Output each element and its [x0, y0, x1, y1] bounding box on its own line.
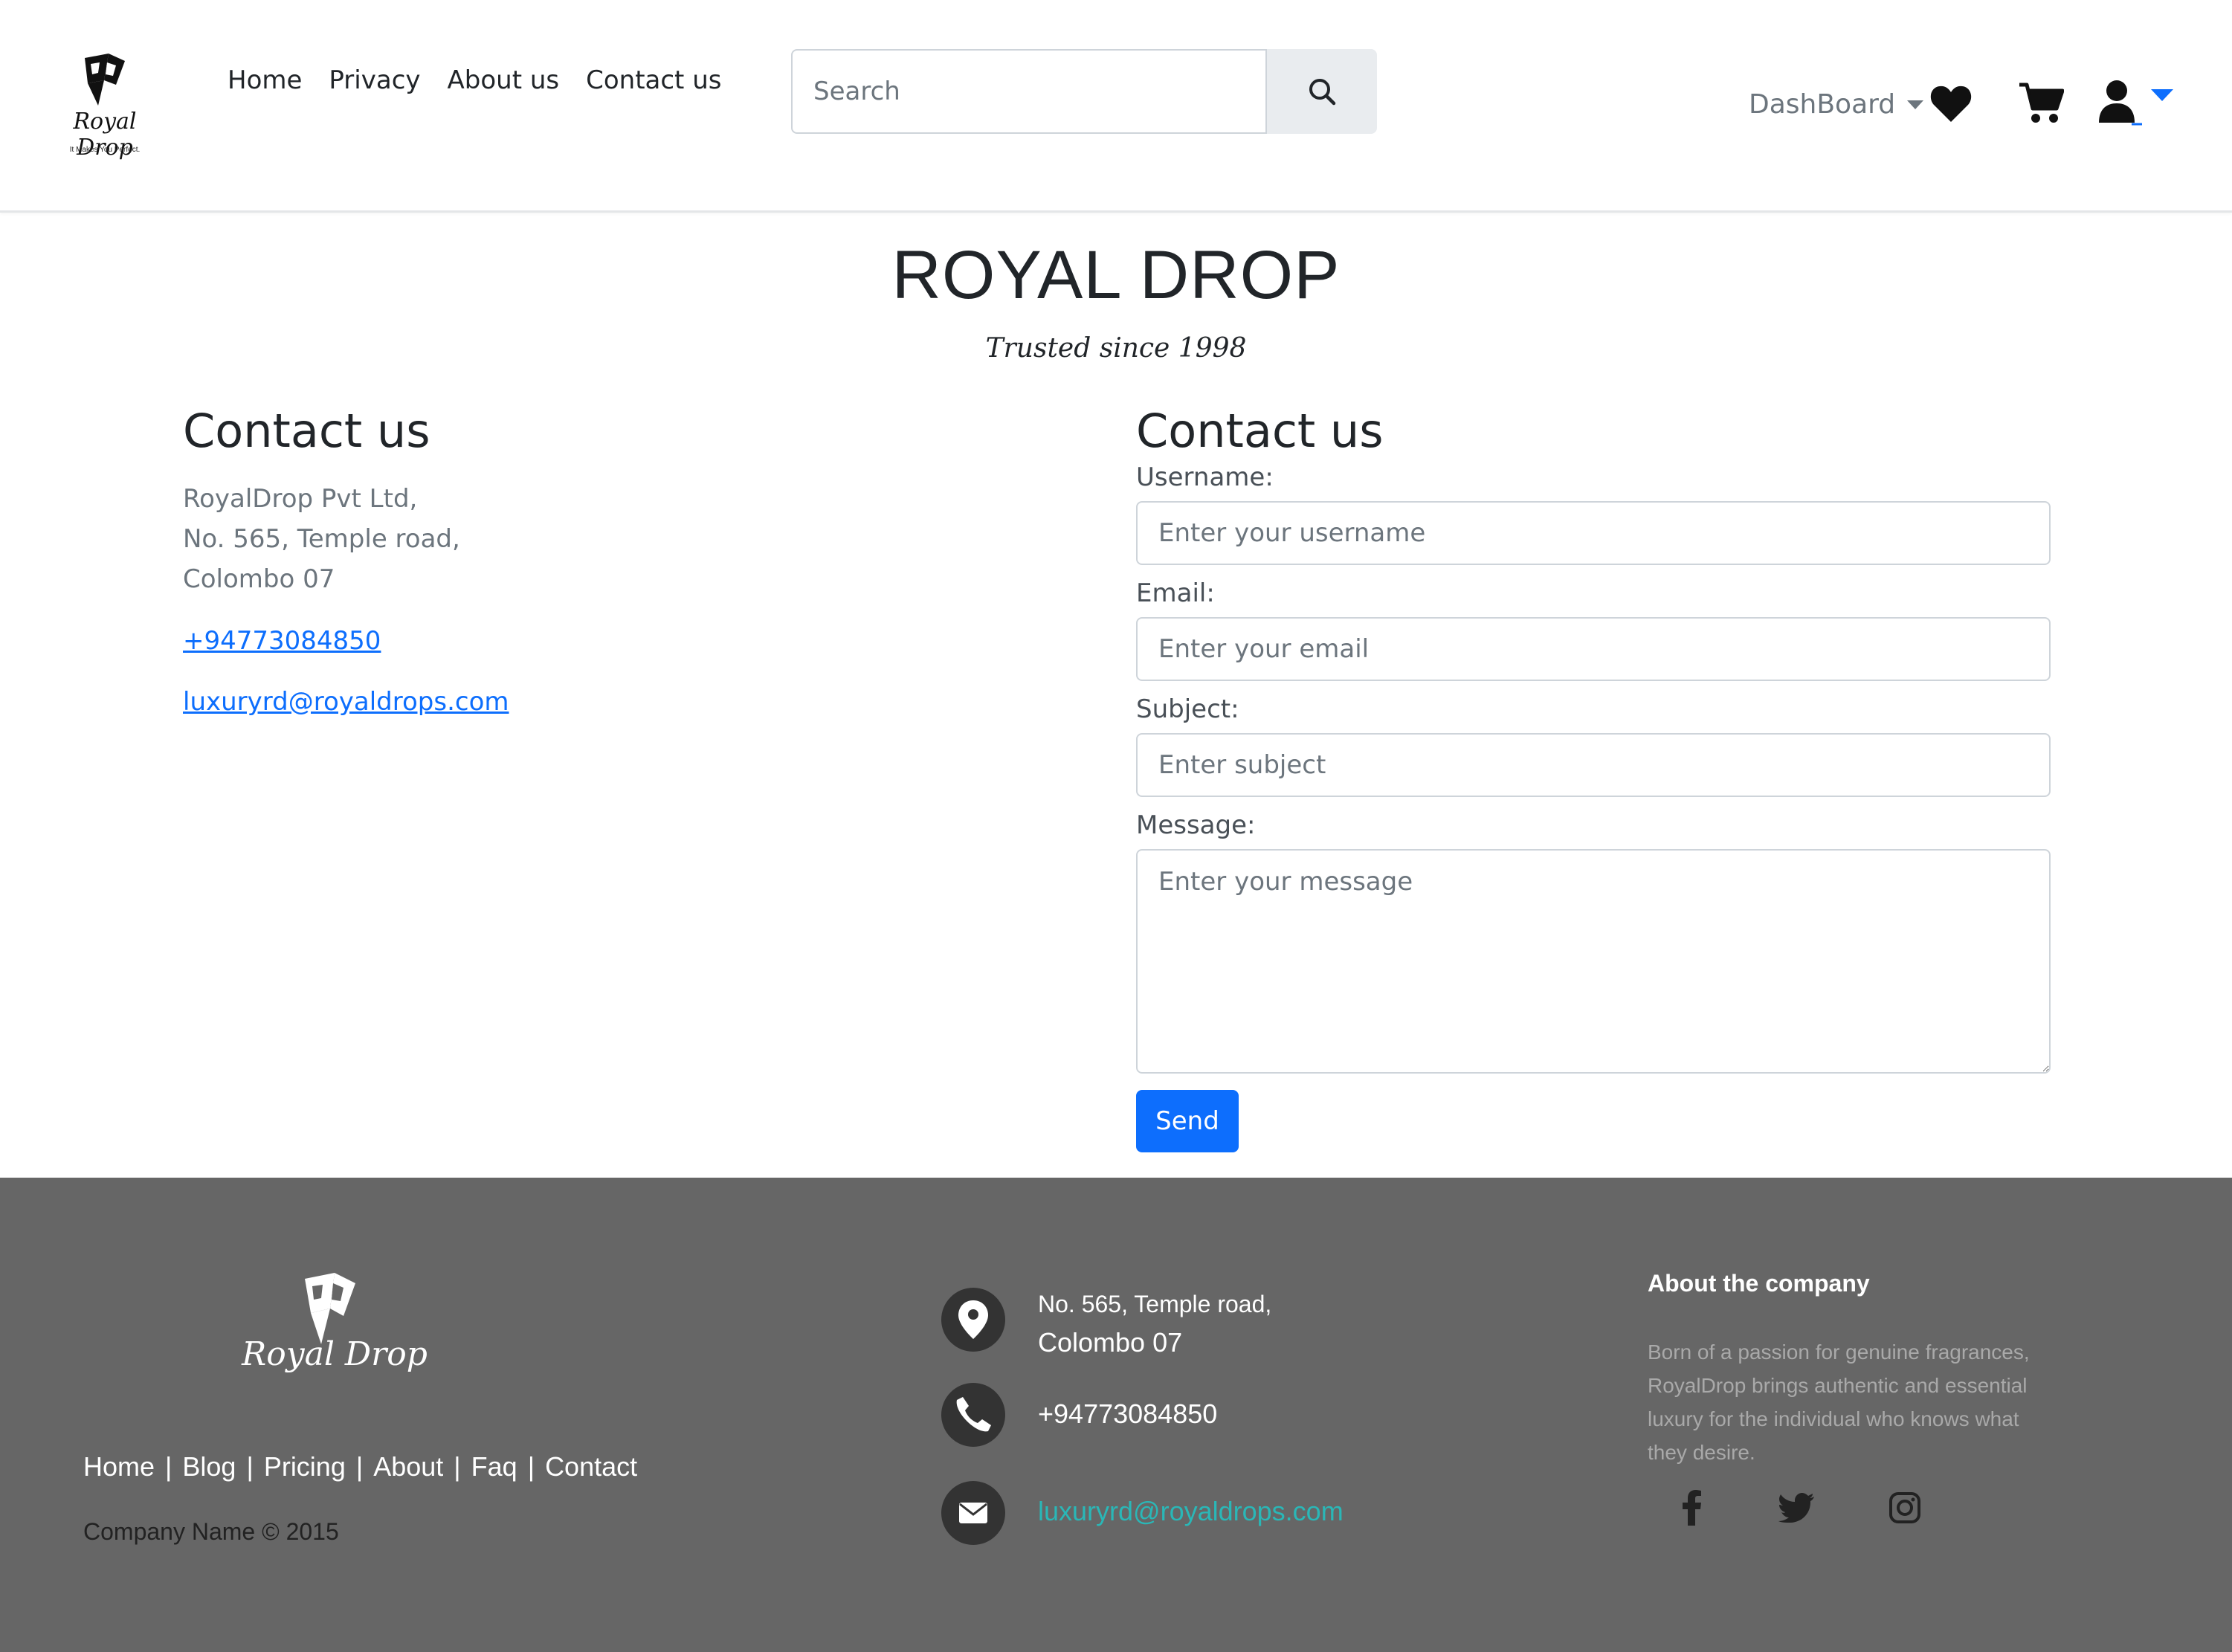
footer-link-pricing[interactable]: Pricing — [264, 1451, 346, 1482]
chevron-down-icon — [1907, 100, 1924, 109]
footer-logo-script: Royal Drop — [242, 1335, 428, 1373]
dashboard-label: DashBoard — [1749, 89, 1896, 120]
username-field[interactable] — [1136, 501, 2051, 565]
logo-tagline: It Makes You Perfect. — [69, 146, 141, 154]
footer-link-separator: | — [454, 1451, 461, 1482]
logo-mark-icon — [85, 54, 125, 106]
search-icon — [1309, 79, 1336, 106]
user-menu[interactable] — [2095, 77, 2177, 126]
phone-link[interactable]: +94773084850 — [183, 626, 1075, 656]
address-line: No. 565, Temple road, — [183, 524, 460, 554]
footer-email-link[interactable]: luxuryrd@royaldrops.com — [1038, 1496, 1344, 1527]
footer-link-separator: | — [527, 1451, 535, 1482]
main-nav: Home Privacy About us Contact us — [228, 65, 721, 95]
dashboard-dropdown[interactable]: DashBoard — [1749, 89, 1924, 120]
footer-link-blog[interactable]: Blog — [182, 1451, 236, 1482]
subject-field[interactable] — [1136, 733, 2051, 797]
email-label: Email: — [1136, 578, 1215, 608]
message-label: Message: — [1136, 810, 1256, 840]
footer-link-faq[interactable]: Faq — [471, 1451, 517, 1482]
copyright-text: Company Name © 2015 — [83, 1518, 339, 1545]
cart-icon — [2019, 83, 2064, 123]
footer-address-line: No. 565, Temple road, — [1038, 1291, 1272, 1317]
nav-contact-us[interactable]: Contact us — [586, 65, 721, 95]
address-line: RoyalDrop Pvt Ltd, — [183, 484, 418, 514]
email-link[interactable]: luxuryrd@royaldrops.com — [183, 687, 1075, 717]
email-field[interactable] — [1136, 617, 2051, 681]
map-marker-icon — [941, 1288, 1005, 1352]
page-title: ROYAL DROP — [891, 237, 1341, 313]
cart-button[interactable] — [2018, 82, 2064, 125]
footer-link-about[interactable]: About — [373, 1451, 443, 1482]
footer-link-separator: | — [246, 1451, 254, 1482]
search-input[interactable] — [791, 49, 1267, 134]
heart-icon — [1930, 85, 1972, 122]
nav-home[interactable]: Home — [228, 65, 302, 95]
nav-about-us[interactable]: About us — [448, 65, 560, 95]
nav-privacy[interactable]: Privacy — [329, 65, 420, 95]
facebook-icon[interactable] — [1670, 1485, 1715, 1530]
footer-link-home[interactable]: Home — [83, 1451, 155, 1482]
envelope-icon — [941, 1481, 1005, 1545]
contact-form: Contact us Username: Email: Subject: Mes… — [1136, 401, 2051, 1152]
about-company-heading: About the company — [1648, 1270, 1870, 1297]
send-button[interactable]: Send — [1136, 1090, 1239, 1152]
brand-logo[interactable]: Royal Drop It Makes You Perfect. — [42, 51, 168, 162]
footer-link-separator: | — [165, 1451, 172, 1482]
footer-link-separator: | — [355, 1451, 364, 1482]
twitter-icon[interactable] — [1774, 1485, 1819, 1530]
contact-info: Contact us RoyalDrop Pvt Ltd, No. 565, T… — [183, 401, 1075, 717]
footer-nav: Home | Blog | Pricing | About | Faq | Contact — [83, 1451, 637, 1482]
wishlist-button[interactable] — [1929, 83, 1973, 125]
contact-info-heading: Contact us — [183, 404, 430, 458]
footer-address-line: Colombo 07 — [1038, 1327, 1183, 1358]
top-navbar: Royal Drop It Makes You Perfect. Home Pr… — [0, 0, 2232, 213]
chevron-down-icon — [2151, 89, 2173, 101]
search-button[interactable] — [1267, 49, 1377, 134]
footer: Royal Drop Home | Blog | Pricing | About | F… — [0, 1178, 2232, 1652]
address-line: Colombo 07 — [183, 564, 335, 594]
footer-logo[interactable]: Royal Drop — [238, 1267, 431, 1401]
about-company-text: Born of a passion for genuine fragrances… — [1648, 1340, 2030, 1464]
instagram-icon[interactable] — [1883, 1485, 1927, 1530]
phone-icon — [941, 1383, 1005, 1447]
message-field[interactable] — [1136, 849, 2051, 1074]
subject-label: Subject: — [1136, 694, 1239, 724]
user-icon — [2099, 80, 2142, 126]
contact-form-heading: Contact us — [1136, 404, 1384, 458]
footer-link-contact[interactable]: Contact — [545, 1451, 637, 1482]
footer-phone: +94773084850 — [1038, 1398, 1218, 1429]
company-address: RoyalDrop Pvt Ltd, No. 565, Temple road,… — [183, 479, 1075, 599]
username-label: Username: — [1136, 462, 1274, 492]
page-subtitle: Trusted since 1998 — [985, 333, 1247, 364]
